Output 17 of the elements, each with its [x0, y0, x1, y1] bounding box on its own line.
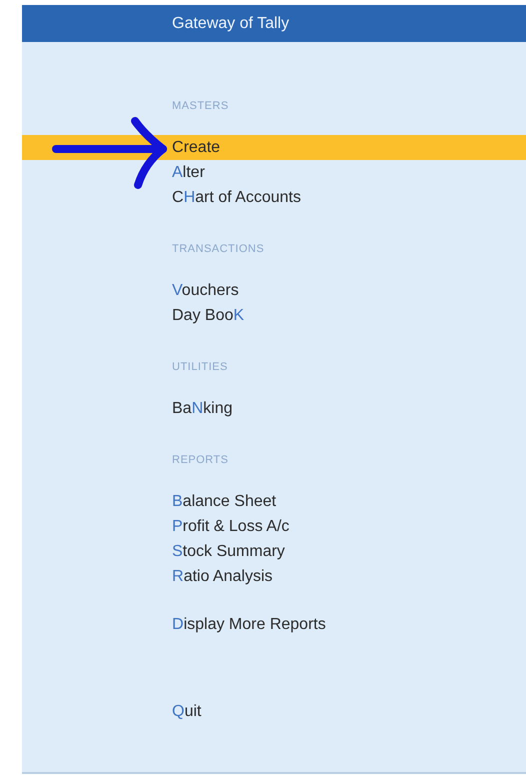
menu-item[interactable]: Profit & Loss A/c — [22, 514, 526, 539]
menu-item[interactable]: Vouchers — [22, 278, 526, 303]
menu-item[interactable]: Display More Reports — [22, 612, 526, 637]
menu-item[interactable]: BaNking — [22, 396, 526, 421]
menu-item[interactable]: Quit — [22, 699, 526, 724]
menu-item[interactable]: Create — [22, 135, 526, 160]
menu-item[interactable]: Day BooK — [22, 303, 526, 328]
section-heading: REPORTS — [172, 453, 228, 467]
menu-item[interactable]: CHart of Accounts — [22, 185, 526, 210]
menu-item[interactable]: Alter — [22, 160, 526, 185]
section-heading: TRANSACTIONS — [172, 242, 264, 256]
menu-item[interactable]: Ratio Analysis — [22, 564, 526, 589]
section-heading: MASTERS — [172, 99, 229, 113]
menu-item[interactable]: Balance Sheet — [22, 489, 526, 514]
menu-item[interactable]: Stock Summary — [22, 539, 526, 564]
section-heading: UTILITIES — [172, 360, 228, 374]
window-title: Gateway of Tally — [172, 14, 290, 32]
